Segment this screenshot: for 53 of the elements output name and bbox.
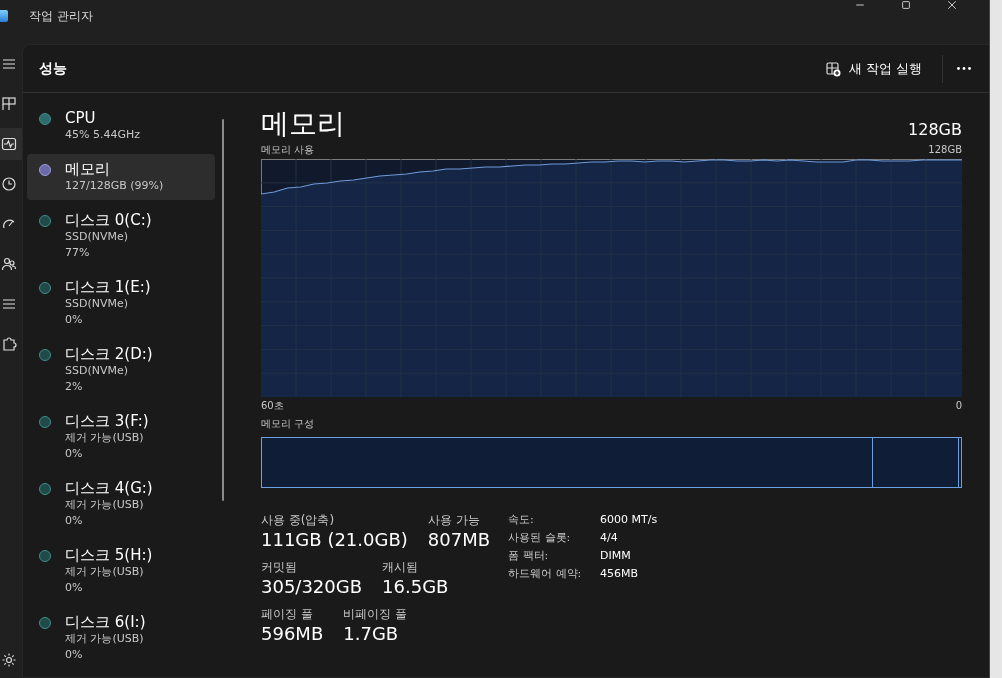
section-label: 메모리 구성 [261,417,316,431]
spec-label: 폼 팩터: [508,548,550,564]
puzzle-icon [1,336,17,352]
scrollbar[interactable] [222,119,224,501]
axis-start-label: 60초 [261,399,284,413]
total-memory: 128GB [908,120,962,139]
axis-max-label: 128GB [928,143,962,157]
stat-value: 111GB (21.0GB) [261,528,408,552]
device-item[interactable]: 디스크 6(I:) 제거 가능(USB) 0% [27,607,215,669]
grid-icon [1,96,17,112]
pulse-icon [1,136,17,152]
spec-value: 4/4 [600,530,619,546]
device-item[interactable]: 디스크 5(H:) 제거 가능(USB) 0% [27,540,215,602]
spec-label: 속도: [508,512,535,528]
device-item[interactable]: 디스크 2(D:) SSD(NVMe) 2% [27,339,215,401]
stat-label: 사용 가능 [427,512,481,528]
stat-value: 16.5GB [382,575,449,599]
users-icon [1,256,17,272]
device-item[interactable]: 디스크 1(E:) SSD(NVMe) 0% [27,272,215,334]
spec-value: 456MB [600,566,640,582]
more-icon [957,67,971,70]
stat-value: 807MB [427,528,491,552]
new-task-icon [824,60,841,77]
stat-label: 캐시됨 [382,559,420,575]
device-item[interactable]: 디스크 0(C:) SSD(NVMe) 77% [27,205,215,267]
spec-value: 6000 MT/s [600,512,658,528]
stat-label: 사용 중(압축) [261,512,336,528]
axis-end-label: 0 [955,399,962,413]
run-new-task-button[interactable]: 새 작업 실행 [816,53,930,84]
window-title: 작업 관리자 [29,8,94,25]
list-icon [1,296,17,312]
nav-button[interactable] [0,128,24,160]
device-item[interactable]: 디스크 4(G:) 제거 가능(USB) 0% [27,473,215,535]
stat-label: 커밋됨 [261,559,298,575]
stat-value: 305/320GB [261,575,363,599]
device-item[interactable]: 메모리 127/128GB (99%) [27,154,215,200]
stat-label: 비페이징 풀 [343,606,408,622]
device-item[interactable]: 디스크 3(F:) 제거 가능(USB) 0% [27,406,215,468]
stat-value: 1.7GB [343,622,400,646]
menu-icon [1,56,17,72]
spec-label: 사용된 슬롯: [508,530,572,546]
device-item[interactable]: CPU 45% 5.44GHz [27,103,215,149]
spec-value: DIMM [600,548,632,564]
section-title: 성능 [39,59,68,78]
maximize-icon [900,0,912,11]
stat-label: 페이징 풀 [261,606,314,622]
page-title: 메모리 [261,107,345,141]
clock-icon [1,176,17,192]
stat-value: 596MB [261,622,324,646]
settings-icon [1,652,17,668]
close-icon [946,0,958,11]
spec-label: 하드웨어 예약: [508,566,583,582]
chart-label: 메모리 사용 [261,143,315,157]
